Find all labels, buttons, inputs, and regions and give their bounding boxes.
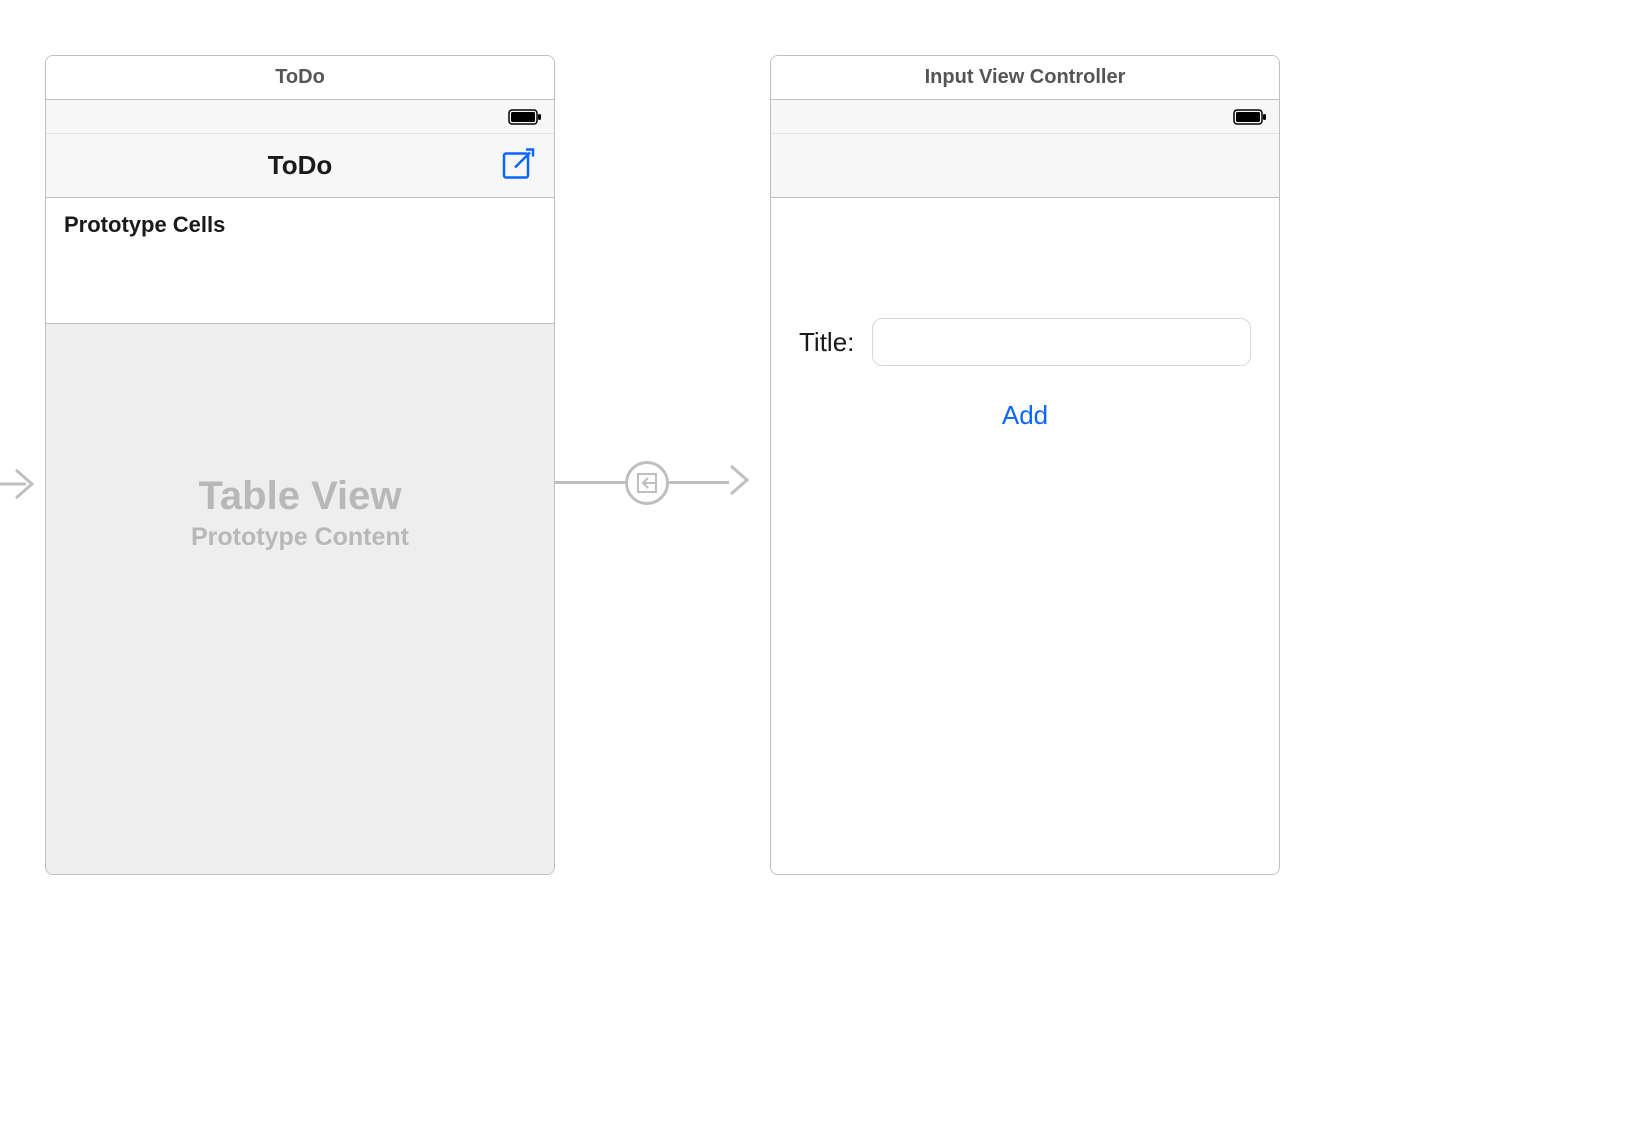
scene-todo[interactable]: ToDo ToDo Prototype Ce [45,55,555,875]
scene-title-bar[interactable]: ToDo [46,56,554,100]
compose-icon [500,145,536,186]
segue-arrow[interactable] [555,458,753,507]
prototype-cells-label: Prototype Cells [46,198,554,244]
scene-input-view-controller[interactable]: Input View Controller Title: Add [770,55,1280,875]
segue-type-icon[interactable] [625,461,669,505]
scene-title-bar[interactable]: Input View Controller [771,56,1279,100]
table-view[interactable]: Table View Prototype Content [46,324,554,875]
scene-title: ToDo [275,66,325,89]
segue-line [555,481,625,484]
title-row: Title: [799,318,1251,366]
battery-icon [1233,109,1267,125]
battery-icon [508,109,542,125]
scene-title: Input View Controller [925,66,1126,89]
title-field[interactable] [872,318,1251,366]
table-view-placeholder-title: Table View [198,474,401,519]
initial-scene-arrow-icon [0,462,44,511]
compose-button[interactable] [500,145,536,186]
navigation-bar[interactable] [771,134,1279,198]
prototype-cell-area[interactable] [46,244,554,324]
title-label: Title: [799,327,854,358]
table-view-placeholder-subtitle: Prototype Content [191,523,409,552]
add-button[interactable]: Add [1002,400,1048,431]
arrow-right-icon [727,458,753,507]
status-bar [46,100,554,134]
segue-line [669,481,729,484]
status-bar [771,100,1279,134]
navbar-title: ToDo [46,150,554,181]
input-view-body: Title: Add [771,198,1279,874]
navigation-bar[interactable]: ToDo [46,134,554,198]
